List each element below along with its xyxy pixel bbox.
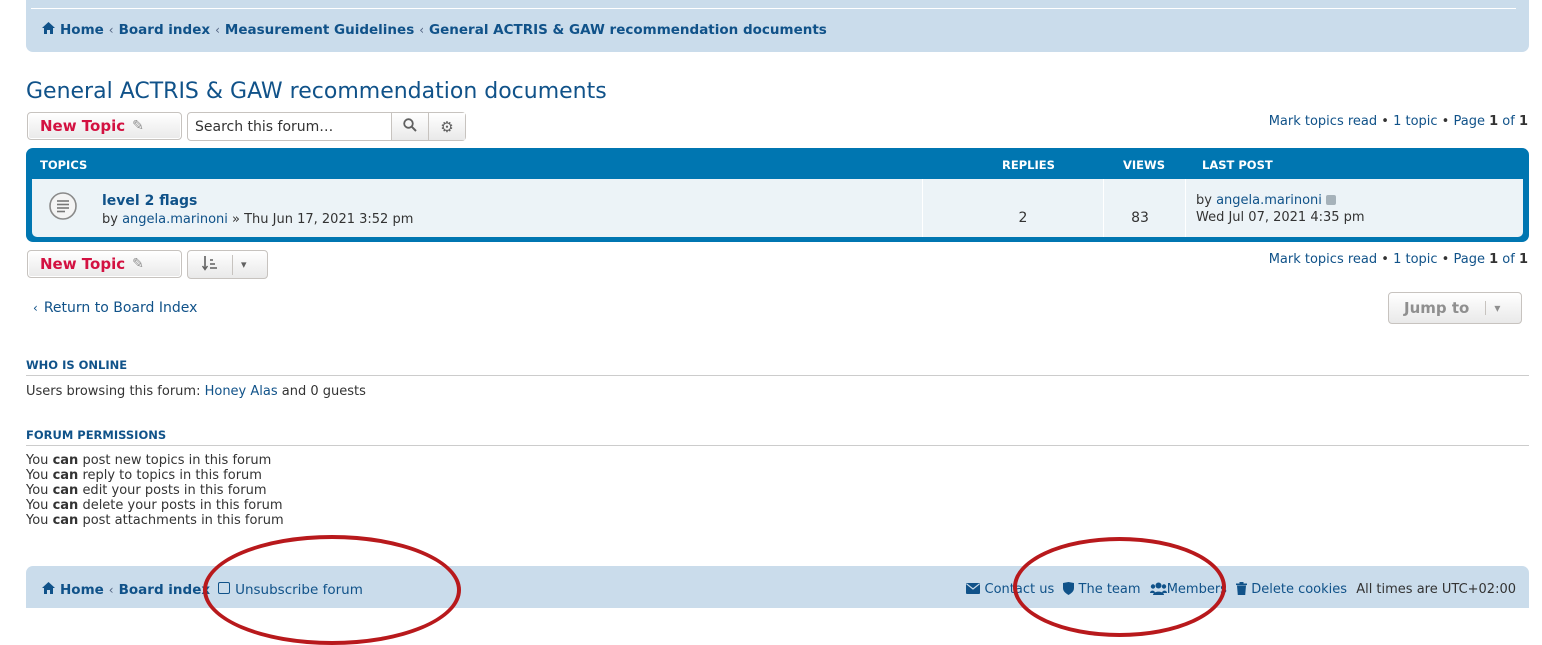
breadcrumb-current-forum[interactable]: General ACTRIS & GAW recommendation docu…	[429, 22, 827, 38]
breadcrumb: Home ‹ Board index ‹ Measurement Guidelines ‹…	[42, 22, 827, 38]
breadcrumb-separator: ‹	[108, 23, 114, 37]
search-icon	[403, 117, 417, 136]
home-icon	[42, 582, 55, 598]
new-topic-button[interactable]: New Topic ✎	[27, 112, 182, 140]
permission-line: You can delete your posts in this forum	[26, 498, 283, 513]
permission-line: You can edit your posts in this forum	[26, 483, 267, 498]
footer-home-link[interactable]: Home	[60, 582, 104, 598]
topic-byline: by angela.marinoni » Thu Jun 17, 2021 3:…	[102, 212, 414, 227]
who-is-online-heading: WHO IS ONLINE	[26, 358, 1529, 376]
mark-topics-read-link[interactable]: Mark topics read	[1269, 252, 1377, 267]
navbar-divider	[31, 8, 1516, 9]
breadcrumb-measurement-guidelines[interactable]: Measurement Guidelines	[225, 22, 414, 38]
topic-read-icon	[48, 191, 78, 221]
forum-permissions-heading: FORUM PERMISSIONS	[26, 428, 1529, 446]
last-post-author-link[interactable]: angela.marinoni	[1216, 193, 1322, 208]
search-input[interactable]	[188, 113, 392, 140]
permission-line: You can post new topics in this forum	[26, 453, 272, 468]
topics-table: TOPICS REPLIES VIEWS LAST POST level 2 f…	[26, 148, 1529, 242]
last-post-info: by angela.marinoni Wed Jul 07, 2021 4:35…	[1196, 193, 1365, 225]
header-replies: REPLIES	[1002, 158, 1055, 172]
column-divider	[1103, 179, 1104, 237]
search-button[interactable]	[391, 113, 429, 140]
advanced-search-button[interactable]: ⚙	[428, 113, 465, 140]
pencil-icon: ✎	[132, 118, 144, 134]
sort-icon	[201, 255, 218, 275]
online-user-link[interactable]: Honey Alas	[205, 384, 278, 399]
new-topic-button-bottom[interactable]: New Topic ✎	[27, 250, 182, 278]
column-divider	[1185, 179, 1186, 237]
breadcrumb-home[interactable]: Home	[60, 22, 104, 38]
breadcrumb-separator: ‹	[419, 23, 425, 37]
topics-header: TOPICS REPLIES VIEWS LAST POST	[32, 148, 1523, 178]
annotation-circle-members	[1013, 537, 1226, 637]
sort-options-button[interactable]: ▾	[187, 250, 268, 279]
page-title[interactable]: General ACTRIS & GAW recommendation docu…	[26, 79, 607, 104]
breadcrumb-board-index[interactable]: Board index	[119, 22, 210, 38]
topic-posted-time: Thu Jun 17, 2021 3:52 pm	[244, 212, 414, 227]
breadcrumb-bar: Home ‹ Board index ‹ Measurement Guidelines ‹…	[26, 0, 1529, 52]
replies-count: 2	[1018, 210, 1028, 226]
chevron-left-icon: ‹	[33, 301, 38, 315]
forum-permissions-list: You can post new topics in this forum Yo…	[26, 453, 284, 528]
permission-line: You can reply to topics in this forum	[26, 468, 262, 483]
jump-to-dropdown[interactable]: Jump to ▾	[1388, 292, 1522, 324]
views-count: 83	[1131, 210, 1149, 226]
new-topic-label: New Topic	[40, 117, 126, 135]
gear-icon: ⚙	[440, 117, 454, 136]
column-divider	[922, 179, 923, 237]
header-last-post: LAST POST	[1202, 158, 1273, 172]
chevron-down-icon: ▾	[232, 254, 247, 275]
mark-topics-read-link[interactable]: Mark topics read	[1269, 114, 1377, 129]
goto-last-post-icon[interactable]	[1325, 195, 1336, 205]
topic-title-link[interactable]: level 2 flags	[102, 193, 197, 209]
header-views: VIEWS	[1123, 158, 1166, 172]
permission-line: You can post attachments in this forum	[26, 513, 284, 528]
chevron-down-icon: ▾	[1485, 301, 1500, 315]
search-box: ⚙	[187, 112, 466, 141]
pagination-top: Mark topics read • 1 topic • Page 1 of 1	[1268, 114, 1528, 129]
jump-to-label: Jump to	[1404, 299, 1470, 317]
breadcrumb-separator: ‹	[108, 583, 114, 597]
return-to-board-link[interactable]: ‹ Return to Board Index	[33, 300, 197, 316]
home-icon	[42, 22, 55, 38]
delete-cookies-link[interactable]: Delete cookies	[1236, 582, 1347, 597]
who-is-online-text: Users browsing this forum: Honey Alas an…	[26, 384, 366, 399]
footer-board-index-link[interactable]: Board index	[119, 582, 210, 598]
annotation-circle-unsubscribe	[203, 535, 461, 645]
topic-author-link[interactable]: angela.marinoni	[122, 212, 228, 227]
header-topics: TOPICS	[40, 158, 88, 172]
trash-icon	[1236, 582, 1248, 597]
timezone-info: All times are UTC+02:00	[1356, 582, 1516, 597]
pencil-icon: ✎	[132, 256, 144, 272]
table-row: level 2 flags by angela.marinoni » Thu J…	[32, 179, 1523, 237]
pagination-bottom: Mark topics read • 1 topic • Page 1 of 1	[1268, 252, 1528, 267]
envelope-icon	[966, 582, 981, 597]
breadcrumb-separator: ‹	[215, 23, 220, 37]
new-topic-label: New Topic	[40, 255, 126, 273]
last-post-time: Wed Jul 07, 2021 4:35 pm	[1196, 210, 1365, 225]
